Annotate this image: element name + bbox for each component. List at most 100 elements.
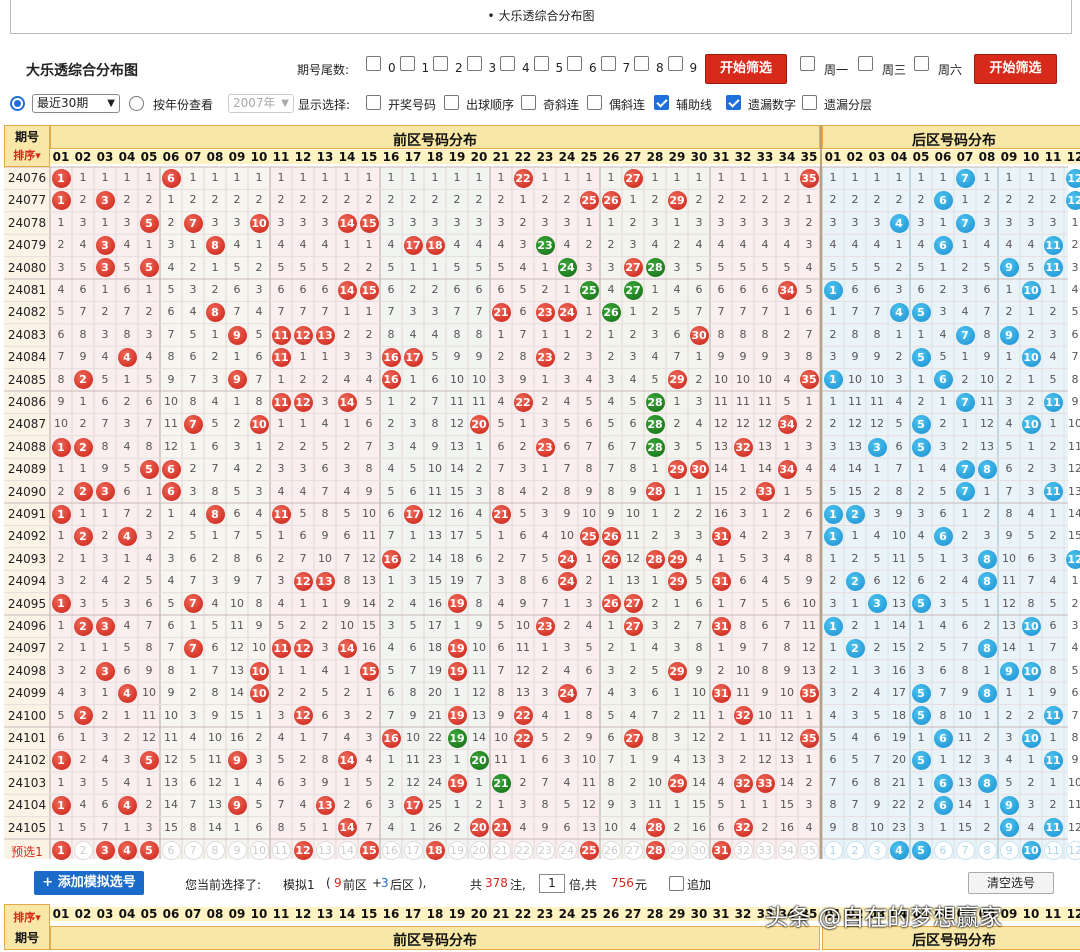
back-ball: 9 — [999, 795, 1019, 815]
back-pick-ball[interactable]: 4 — [889, 840, 909, 860]
multiplier-input[interactable]: 1 — [539, 874, 565, 893]
back-pick-ball[interactable]: 12 — [1065, 840, 1080, 860]
front-pick-ball[interactable]: 32 — [733, 840, 753, 860]
front-pick-ball[interactable]: 25 — [579, 840, 599, 860]
weekday-filter-button[interactable]: 开始筛选 — [974, 54, 1057, 84]
display-option-checkbox[interactable] — [444, 95, 459, 110]
display-option-checkbox[interactable] — [726, 95, 741, 110]
omission-count: 1 — [321, 820, 329, 834]
tail-digit-checkbox[interactable] — [366, 56, 381, 71]
front-pick-ball[interactable]: 3 — [95, 840, 115, 860]
back-pick-ball[interactable]: 5 — [911, 840, 931, 860]
front-pick-ball[interactable]: 10 — [249, 840, 269, 860]
front-pick-ball[interactable]: 26 — [601, 840, 621, 860]
weekday-checkbox[interactable] — [800, 56, 815, 71]
front-pick-ball[interactable]: 24 — [557, 840, 577, 860]
addon-checkbox[interactable] — [669, 876, 684, 891]
front-pick-ball[interactable]: 8 — [205, 840, 225, 860]
back-pick-ball[interactable]: 3 — [867, 840, 887, 860]
front-pick-ball[interactable]: 33 — [755, 840, 775, 860]
tail-digit-checkbox[interactable] — [433, 56, 448, 71]
omission-count: 3 — [939, 305, 947, 319]
issue-number: 24103 — [7, 775, 47, 790]
back-pick-ball[interactable]: 2 — [845, 840, 865, 860]
omission-count: 1 — [453, 171, 461, 184]
display-label: 显示选择: — [298, 98, 351, 112]
front-pick-ball[interactable]: 19 — [447, 840, 467, 860]
front-pick-ball[interactable]: 12 — [293, 840, 313, 860]
front-pick-ball[interactable]: 17 — [403, 840, 423, 860]
front-pick-ball[interactable]: 22 — [513, 840, 533, 860]
omission-count: 1 — [189, 619, 197, 632]
omission-count: 1 — [101, 171, 109, 184]
omission-count: 8 — [695, 641, 703, 655]
back-pick-ball[interactable]: 10 — [1021, 840, 1041, 860]
tail-digit-checkbox[interactable] — [600, 56, 616, 71]
tail-digit-checkbox[interactable] — [634, 56, 649, 71]
tail-digit-checkbox[interactable] — [500, 56, 515, 71]
footer-front-number: 24 — [556, 907, 578, 921]
back-ball: 6 — [933, 527, 953, 547]
omission-count: 4 — [961, 574, 969, 588]
front-pick-ball[interactable]: 1 — [51, 840, 71, 860]
tail-digit-checkbox[interactable] — [399, 56, 415, 71]
front-pick-ball[interactable]: 29 — [667, 840, 687, 860]
recent-radio[interactable] — [10, 96, 25, 111]
front-pick-ball[interactable]: 18 — [425, 840, 445, 860]
omission-count: 8 — [321, 507, 329, 520]
back-pick-ball[interactable]: 8 — [977, 840, 997, 860]
display-option-checkbox[interactable] — [366, 95, 381, 110]
footer-sort-control[interactable]: 排序▾ — [4, 909, 50, 925]
tail-digit-checkbox[interactable] — [533, 56, 549, 71]
display-option-checkbox[interactable] — [587, 95, 602, 110]
front-pick-ball[interactable]: 35 — [799, 840, 819, 860]
front-pick-ball[interactable]: 9 — [227, 840, 247, 860]
display-option-checkbox[interactable] — [654, 95, 669, 110]
back-pick-ball[interactable]: 11 — [1043, 840, 1063, 860]
sort-control[interactable]: 排序▾ — [4, 147, 50, 163]
back-pick-ball[interactable]: 1 — [823, 840, 843, 860]
tail-digit-checkbox[interactable] — [667, 56, 683, 71]
front-pick-ball[interactable]: 4 — [117, 840, 137, 860]
omission-count: 4 — [321, 663, 329, 677]
year-select[interactable]: 2007年 ▼ — [228, 94, 294, 113]
front-pick-ball[interactable]: 23 — [535, 840, 555, 860]
front-ball: 4 — [117, 795, 137, 815]
front-pick-ball[interactable]: 13 — [315, 840, 335, 860]
omission-count: 6 — [717, 283, 725, 296]
display-option-checkbox[interactable] — [802, 95, 817, 110]
front-pick-ball[interactable]: 16 — [381, 840, 401, 860]
front-pick-ball[interactable]: 34 — [777, 840, 797, 860]
footer-front-number: 16 — [380, 907, 402, 921]
front-pick-ball[interactable]: 31 — [711, 840, 731, 860]
omission-count: 1 — [1005, 283, 1013, 296]
front-pick-ball[interactable]: 20 — [469, 840, 489, 860]
clear-selection-button[interactable]: 清空选号 — [968, 872, 1054, 894]
front-pick-ball[interactable]: 28 — [645, 840, 665, 860]
front-pick-ball[interactable]: 14 — [337, 840, 357, 860]
year-radio[interactable] — [129, 96, 144, 111]
back-pick-ball[interactable]: 9 — [999, 840, 1019, 860]
front-pick-ball[interactable]: 6 — [161, 840, 181, 860]
front-pick-ball[interactable]: 21 — [491, 840, 511, 860]
back-pick-ball[interactable]: 6 — [933, 840, 953, 860]
front-pick-ball[interactable]: 15 — [359, 840, 379, 860]
back-pick-ball[interactable]: 7 — [955, 840, 975, 860]
weekday-checkbox[interactable] — [914, 56, 929, 71]
weekday-checkbox[interactable] — [858, 56, 873, 71]
front-pick-ball[interactable]: 27 — [623, 840, 643, 860]
front-pick-ball[interactable]: 30 — [689, 840, 709, 860]
add-simulation-button[interactable]: + 添加模拟选号 — [34, 871, 144, 895]
display-option-checkbox[interactable] — [521, 95, 536, 110]
omission-count: 5 — [717, 798, 725, 812]
tail-digit-checkbox[interactable] — [567, 56, 582, 71]
front-pick-ball[interactable]: 7 — [183, 840, 203, 860]
front-pick-ball[interactable]: 2 — [73, 840, 93, 860]
period-select[interactable]: 最近30期 ▼ — [32, 94, 120, 113]
front-pick-ball[interactable]: 5 — [139, 840, 159, 860]
front-ball: 23 — [535, 303, 555, 323]
tail-filter-button[interactable]: 开始筛选 — [705, 54, 787, 84]
tail-digit-checkbox[interactable] — [466, 56, 482, 71]
omission-count: 6 — [761, 619, 769, 632]
front-pick-ball[interactable]: 11 — [271, 840, 291, 860]
